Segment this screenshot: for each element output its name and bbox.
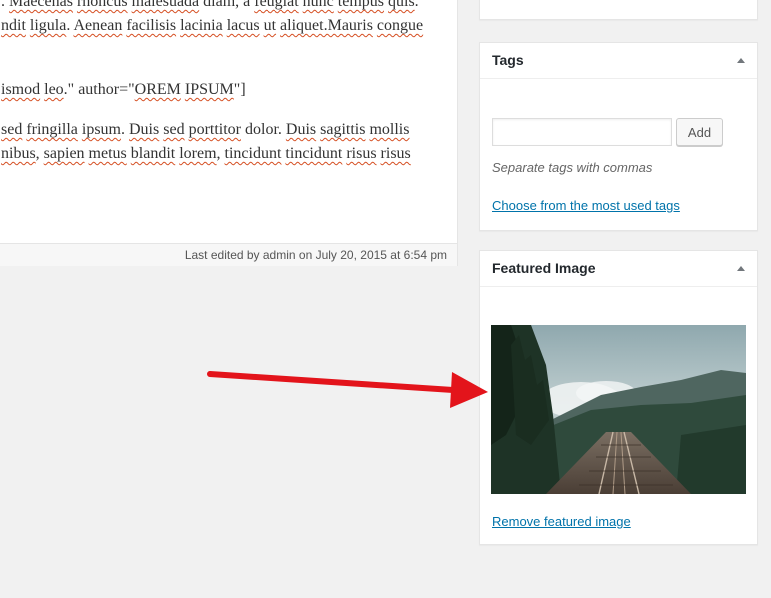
- misspelled-word: risus: [346, 145, 377, 162]
- new-tag-input[interactable]: [492, 118, 672, 146]
- misspelled-word: quis: [388, 0, 415, 10]
- misspelled-word: nunc: [302, 0, 334, 10]
- misspelled-word: ut: [263, 17, 277, 34]
- misspelled-word: sed: [163, 121, 185, 138]
- text-run: ,: [35, 145, 44, 162]
- editor-line: ndit ligula. Aenean facilisis lacinia la…: [1, 17, 423, 35]
- misspelled-word: malesuada: [131, 0, 200, 10]
- collapse-toggle-icon[interactable]: [737, 58, 745, 63]
- add-tag-button[interactable]: Add: [676, 118, 723, 146]
- text-run: .: [1, 0, 9, 10]
- misspelled-word: fringilla: [26, 121, 78, 138]
- text-run: ,: [216, 145, 225, 162]
- editor-line: . Maecenas rhoncus malesuada diam, a feu…: [1, 0, 419, 11]
- misspelled-word: tincidunt: [224, 145, 282, 162]
- misspelled-word: IPSUM: [184, 81, 234, 98]
- misspelled-word: risus: [380, 145, 411, 162]
- misspelled-word: feugiat: [254, 0, 299, 10]
- tags-box-title: Tags: [492, 52, 524, 68]
- text-run: dolor.: [241, 121, 286, 138]
- collapse-toggle-icon[interactable]: [737, 266, 745, 271]
- misspelled-word: facilisis: [126, 17, 177, 34]
- misspelled-word: ipsum: [81, 121, 121, 138]
- featured-image-title: Featured Image: [492, 260, 596, 276]
- editor-line: nibus, sapien metus blandit lorem, tinci…: [1, 145, 411, 163]
- misspelled-word: sed: [1, 121, 23, 138]
- last-edited-status: Last edited by admin on July 20, 2015 at…: [0, 243, 457, 266]
- misspelled-word: ndit: [1, 17, 26, 34]
- text-run: "]: [233, 81, 246, 98]
- misspelled-word: aliquet.Mauris: [280, 17, 373, 34]
- misspelled-word: ligula: [29, 17, 67, 34]
- misspelled-word: OREM: [134, 81, 181, 98]
- choose-most-used-tags-link[interactable]: Choose from the most used tags: [492, 198, 680, 213]
- misspelled-word: lacinia: [180, 17, 223, 34]
- misspelled-word: porttitor: [188, 121, 241, 138]
- misspelled-word: blandit: [130, 145, 176, 162]
- misspelled-word: tempus: [337, 0, 384, 10]
- tags-box: Tags Add Separate tags with commas Choos…: [479, 42, 758, 231]
- misspelled-word: sagittis: [320, 121, 366, 138]
- tags-box-header[interactable]: Tags: [480, 43, 757, 79]
- misspelled-word: Maecenas: [9, 0, 73, 10]
- text-run: ." author=": [63, 81, 135, 98]
- misspelled-word: rhoncus: [76, 0, 128, 10]
- editor-line: sed fringilla ipsum. Duis sed porttitor …: [1, 121, 409, 139]
- post-editor: . Maecenas rhoncus malesuada diam, a feu…: [0, 0, 458, 266]
- misspelled-word: metus: [88, 145, 127, 162]
- misspelled-word: tincidunt: [285, 145, 343, 162]
- misspelled-word: leo: [44, 81, 64, 98]
- misspelled-word: Duis: [285, 121, 317, 138]
- featured-image-box: Featured Image Remove featured image: [479, 250, 758, 545]
- sidebar-box-partial: [479, 0, 758, 20]
- annotation-arrow-icon: [207, 371, 488, 408]
- text-run: .: [414, 0, 419, 10]
- text-run: .: [121, 121, 129, 138]
- editor-content[interactable]: . Maecenas rhoncus malesuada diam, a feu…: [0, 0, 457, 242]
- tag-help-text: Separate tags with commas: [492, 160, 653, 175]
- misspelled-word: lorem: [179, 145, 217, 162]
- misspelled-word: congue: [376, 17, 424, 34]
- misspelled-word: Duis: [129, 121, 160, 138]
- editor-line: ismod leo." author="OREM IPSUM"]: [1, 81, 246, 99]
- featured-image-header[interactable]: Featured Image: [480, 251, 757, 287]
- misspelled-word: ismod: [1, 81, 41, 98]
- remove-featured-image-link[interactable]: Remove featured image: [492, 514, 631, 529]
- misspelled-word: nibus: [1, 145, 36, 162]
- text-run: diam, a: [199, 0, 255, 10]
- misspelled-word: lacus: [226, 17, 260, 34]
- featured-image-thumbnail[interactable]: [491, 325, 746, 494]
- misspelled-word: Aenean: [73, 17, 123, 34]
- misspelled-word: mollis: [369, 121, 410, 138]
- misspelled-word: sapien: [43, 145, 85, 162]
